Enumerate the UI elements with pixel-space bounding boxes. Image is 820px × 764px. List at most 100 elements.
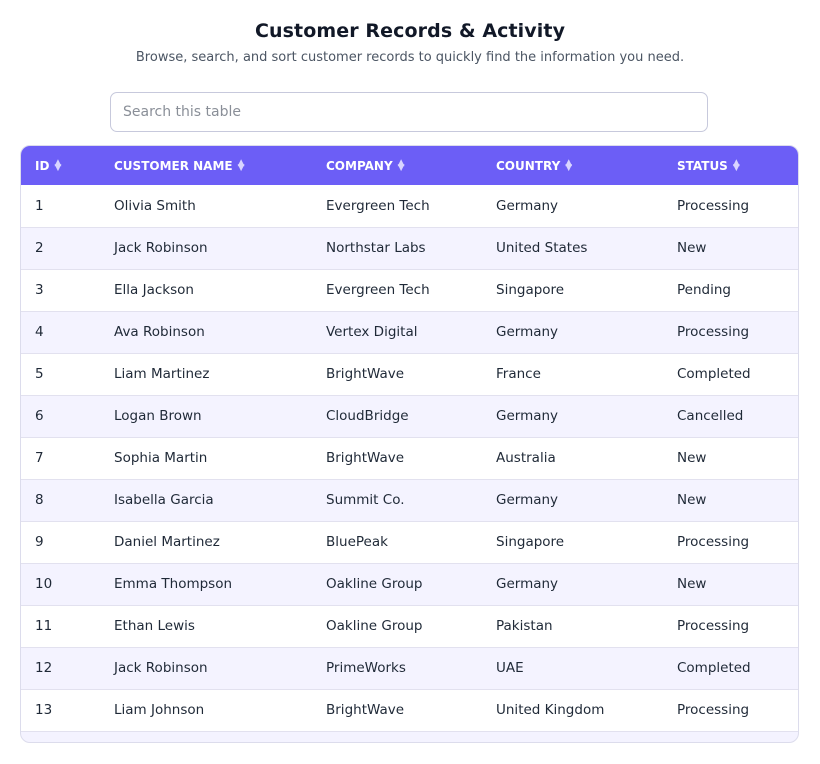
cell-id: 4	[35, 324, 44, 340]
cell-company: BluePeak	[326, 534, 388, 550]
column-header-country[interactable]: COUNTRY ▲ ▼	[482, 146, 663, 185]
cell-country: France	[496, 366, 541, 382]
cell-status: Processing	[677, 618, 750, 634]
column-header-id[interactable]: ID ▲ ▼	[21, 146, 100, 185]
column-header-label: COUNTRY	[496, 158, 561, 173]
cell-company: Summit Co.	[326, 492, 405, 508]
table-body: 1 Olivia Smith Evergreen Tech Germany Proces…	[21, 185, 798, 731]
cell-status: Cancelled	[677, 408, 744, 424]
cell-id: 5	[35, 366, 44, 382]
cell-name: Isabella Garcia	[114, 492, 214, 508]
cell-company: Oakline Group	[326, 618, 423, 634]
table-row[interactable]: 7 Sophia Martin BrightWave Australia New	[21, 437, 798, 479]
cell-country: UAE	[496, 660, 524, 676]
sort-icon[interactable]: ▲ ▼	[54, 159, 61, 173]
table-row[interactable]: 2 Jack Robinson Northstar Labs United State…	[21, 227, 798, 269]
cell-country: Singapore	[496, 282, 565, 298]
cell-company: Vertex Digital	[326, 324, 418, 340]
cell-status: New	[677, 450, 707, 466]
table-row[interactable]: 8 Isabella Garcia Summit Co. Germany New	[21, 479, 798, 521]
column-header-label: STATUS	[677, 158, 728, 173]
cell-company: Northstar Labs	[326, 240, 426, 256]
cell-name: Logan Brown	[114, 408, 202, 424]
column-header-status[interactable]: STATUS ▲ ▼	[663, 146, 798, 185]
cell-id: 7	[35, 450, 44, 466]
cell-country: Australia	[496, 450, 556, 466]
cell-status: Processing	[677, 702, 750, 718]
sort-icon[interactable]: ▲ ▼	[238, 159, 245, 173]
column-header-label: ID	[35, 158, 50, 173]
table-row[interactable]: 5 Liam Martinez BrightWave France Completed	[21, 353, 798, 395]
cell-name: Jack Robinson	[114, 660, 208, 676]
cell-id: 8	[35, 492, 44, 508]
page-title: Customer Records & Activity	[254, 20, 566, 42]
cell-status: Processing	[677, 534, 750, 550]
table-row[interactable]: 3 Ella Jackson Evergreen Tech Singapore Pend…	[21, 269, 798, 311]
cell-status: Completed	[677, 660, 751, 676]
cell-id: 2	[35, 240, 44, 256]
cell-id: 10	[35, 576, 53, 592]
cell-company: BrightWave	[326, 366, 405, 382]
customer-table-container: ID ▲ ▼ CUSTOMER NAME ▲ ▼ COMPANY ▲ ▼ COUNTRY ▲ ▼ STA…	[20, 145, 799, 743]
sort-icon[interactable]: ▲ ▼	[733, 159, 740, 173]
cell-name: Emma Thompson	[114, 576, 233, 592]
column-header-label: CUSTOMER NAME	[114, 158, 233, 173]
cell-id: 3	[35, 282, 44, 298]
column-header-company[interactable]: COMPANY ▲ ▼	[312, 146, 482, 185]
cell-company: PrimeWorks	[326, 660, 406, 676]
table-row[interactable]: 4 Ava Robinson Vertex Digital Germany Proces…	[21, 311, 798, 353]
cell-name: Daniel Martinez	[114, 534, 220, 550]
table-row[interactable]: 9 Daniel Martinez BluePeak Singapore Process…	[21, 521, 798, 563]
cell-name: Ethan Lewis	[114, 618, 195, 634]
cell-status: New	[677, 240, 707, 256]
column-header-name[interactable]: CUSTOMER NAME ▲ ▼	[100, 146, 312, 185]
cell-id: 9	[35, 534, 44, 550]
cell-company: Evergreen Tech	[326, 197, 430, 214]
column-header-label: COMPANY	[326, 158, 393, 173]
cell-id: 12	[35, 660, 53, 676]
cell-id: 11	[35, 618, 53, 634]
cell-id: 1	[35, 197, 44, 214]
cell-country: Germany	[496, 408, 559, 424]
cell-status: New	[677, 576, 707, 592]
sort-icon[interactable]: ▲ ▼	[398, 159, 405, 173]
cell-status: New	[677, 492, 707, 508]
table-row[interactable]: 13 Liam Johnson BrightWave United Kingdom Pr…	[21, 689, 798, 731]
cell-country: United Kingdom	[496, 702, 605, 718]
cell-id: 6	[35, 408, 44, 424]
cell-name: Olivia Smith	[114, 197, 196, 214]
cell-company: BrightWave	[326, 702, 405, 718]
cell-company: BrightWave	[326, 450, 405, 466]
page-subtitle: Browse, search, and sort customer record…	[135, 50, 685, 65]
cell-status: Processing	[677, 197, 750, 214]
table-row[interactable]: 10 Emma Thompson Oakline Group Germany New	[21, 563, 798, 605]
cell-country: Germany	[496, 324, 559, 340]
cell-name: Ella Jackson	[114, 282, 194, 298]
cell-company: CloudBridge	[326, 408, 409, 424]
table-header-row: ID ▲ ▼ CUSTOMER NAME ▲ ▼ COMPANY ▲ ▼ COUNTRY ▲ ▼ STA…	[21, 146, 798, 185]
table-row[interactable]: 12 Jack Robinson PrimeWorks UAE Completed	[21, 647, 798, 689]
cell-name: Jack Robinson	[114, 240, 208, 256]
cell-status: Completed	[677, 366, 751, 382]
cell-status: Processing	[677, 324, 750, 340]
table-row[interactable]: 11 Ethan Lewis Oakline Group Pakistan Proces…	[21, 605, 798, 647]
customer-table: ID ▲ ▼ CUSTOMER NAME ▲ ▼ COMPANY ▲ ▼ COUNTRY ▲ ▼ STA…	[21, 146, 798, 732]
cell-country: Germany	[496, 576, 559, 592]
page: Customer Records & Activity Browse, sear…	[0, 0, 820, 764]
cell-country: Pakistan	[496, 618, 553, 634]
cell-name: Liam Johnson	[114, 702, 205, 718]
sort-icon[interactable]: ▲ ▼	[565, 159, 572, 173]
cell-name: Sophia Martin	[114, 450, 208, 466]
cell-country: Germany	[496, 197, 559, 214]
cell-name: Liam Martinez	[114, 366, 210, 382]
search-input[interactable]	[110, 92, 708, 132]
cell-company: Oakline Group	[326, 576, 423, 592]
cell-name: Ava Robinson	[114, 324, 205, 340]
table-row[interactable]: 6 Logan Brown CloudBridge Germany Cancelled	[21, 395, 798, 437]
cell-company: Evergreen Tech	[326, 282, 430, 298]
table-row[interactable]: 1 Olivia Smith Evergreen Tech Germany Proces…	[21, 185, 798, 227]
cell-status: Pending	[677, 282, 731, 298]
cell-country: Germany	[496, 492, 559, 508]
cell-id: 13	[35, 702, 53, 718]
cell-country: Singapore	[496, 534, 565, 550]
